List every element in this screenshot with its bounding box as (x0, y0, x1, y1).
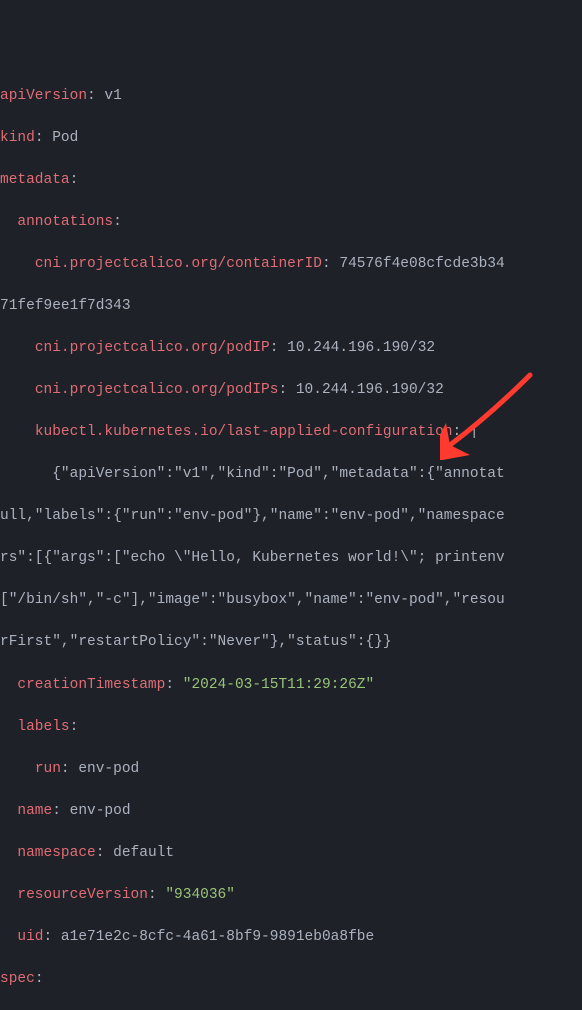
yaml-line: cni.projectcalico.org/containerID: 74576… (0, 254, 582, 275)
yaml-line: labels: (0, 717, 582, 738)
val-containerID-wrap: 71fef9ee1f7d343 (0, 298, 131, 314)
yaml-line: run: env-pod (0, 759, 582, 780)
yaml-line: uid: a1e71e2c-8cfc-4a61-8bf9-9891eb0a8fb… (0, 927, 582, 948)
val-resourceVersion: "934036" (165, 887, 235, 903)
val-namespace: default (113, 845, 174, 861)
key-podIPs: cni.projectcalico.org/podIPs (35, 382, 279, 398)
val-run: env-pod (78, 761, 139, 777)
key-creationTimestamp: creationTimestamp (17, 677, 165, 693)
yaml-line: ["/bin/sh","-c"],"image":"busybox","name… (0, 590, 582, 611)
json-fragment: ["/bin/sh","-c"],"image":"busybox","name… (0, 592, 505, 608)
yaml-line: metadata: (0, 170, 582, 191)
yaml-line: kind: Pod (0, 128, 582, 149)
yaml-line: namespace: default (0, 843, 582, 864)
key-kind: kind (0, 130, 35, 146)
yaml-line: rFirst","restartPolicy":"Never"},"status… (0, 632, 582, 653)
key-lastapplied: kubectl.kubernetes.io/last-applied-confi… (35, 424, 453, 440)
json-fragment: rFirst","restartPolicy":"Never"},"status… (0, 634, 392, 650)
yaml-line: {"apiVersion":"v1","kind":"Pod","metadat… (0, 464, 582, 485)
key-podIP: cni.projectcalico.org/podIP (35, 340, 270, 356)
key-annotations: annotations (17, 214, 113, 230)
key-namespace: namespace (17, 845, 95, 861)
key-spec: spec (0, 971, 35, 987)
val-creationTimestamp: "2024-03-15T11:29:26Z" (183, 677, 374, 693)
key-containerID: cni.projectcalico.org/containerID (35, 256, 322, 272)
val-apiVersion: v1 (104, 88, 121, 104)
key-labels: labels (17, 719, 69, 735)
yaml-line: apiVersion: v1 (0, 86, 582, 107)
val-kind: Pod (52, 130, 78, 146)
val-podIP: 10.244.196.190/32 (287, 340, 435, 356)
key-uid: uid (17, 929, 43, 945)
yaml-line: creationTimestamp: "2024-03-15T11:29:26Z… (0, 675, 582, 696)
val-containerID: 74576f4e08cfcde3b34 (339, 256, 504, 272)
yaml-line: kubectl.kubernetes.io/last-applied-confi… (0, 422, 582, 443)
key-resourceVersion: resourceVersion (17, 887, 148, 903)
key-name: name (17, 803, 52, 819)
yaml-line: 71fef9ee1f7d343 (0, 296, 582, 317)
key-apiVersion: apiVersion (0, 88, 87, 104)
val-podIPs: 10.244.196.190/32 (296, 382, 444, 398)
yaml-line: resourceVersion: "934036" (0, 885, 582, 906)
json-fragment: rs":[{"args":["echo \"Hello, Kubernetes … (0, 550, 505, 566)
key-metadata: metadata (0, 172, 70, 188)
yaml-line: cni.projectcalico.org/podIP: 10.244.196.… (0, 338, 582, 359)
json-fragment: {"apiVersion":"v1","kind":"Pod","metadat… (52, 466, 504, 482)
val-uid: a1e71e2c-8cfc-4a61-8bf9-9891eb0a8fbe (61, 929, 374, 945)
yaml-line: name: env-pod (0, 801, 582, 822)
yaml-line: annotations: (0, 212, 582, 233)
json-fragment: ull,"labels":{"run":"env-pod"},"name":"e… (0, 508, 505, 524)
yaml-line: spec: (0, 969, 582, 990)
val-name: env-pod (70, 803, 131, 819)
key-run: run (35, 761, 61, 777)
yaml-line: ull,"labels":{"run":"env-pod"},"name":"e… (0, 506, 582, 527)
yaml-line: rs":[{"args":["echo \"Hello, Kubernetes … (0, 548, 582, 569)
yaml-line: cni.projectcalico.org/podIPs: 10.244.196… (0, 380, 582, 401)
